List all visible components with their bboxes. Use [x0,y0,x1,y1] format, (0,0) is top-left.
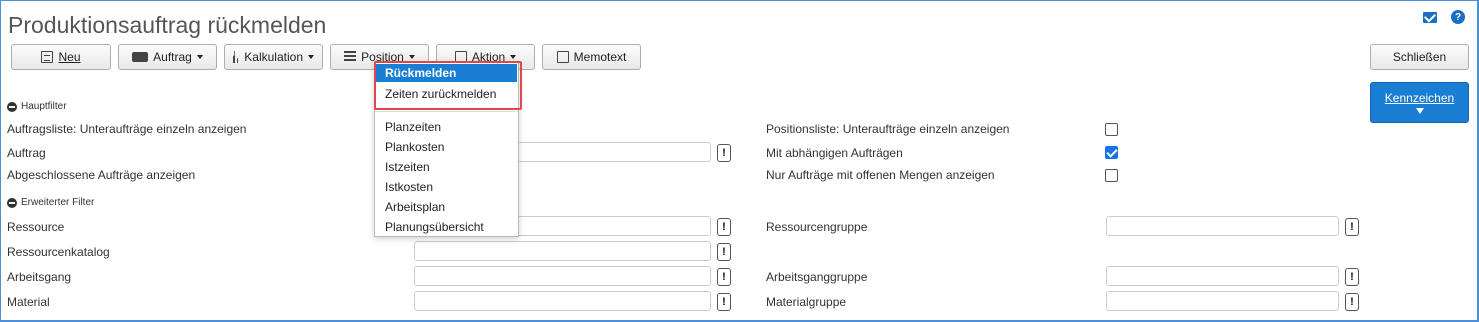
material-input[interactable] [414,291,711,311]
arbeitsgang-input[interactable] [414,266,711,286]
offene-checkbox[interactable] [1105,169,1118,182]
arbeitsgang-alert-button[interactable]: ! [717,268,731,286]
neu-label: Neu [58,50,81,64]
collapse-icon [7,101,17,112]
ressourcenkatalog-alert-button[interactable]: ! [717,243,731,261]
memo-icon [556,51,569,63]
auftrag-field-label: Auftrag [7,146,46,160]
erweitert-title: Erweiterter Filter [21,197,95,208]
collapse-icon [7,197,17,208]
menu-item-planungsuebersicht[interactable]: Planungsübersicht [385,220,484,234]
schliessen-button[interactable]: Schließen [1370,44,1469,70]
schliessen-label: Schließen [1392,50,1447,64]
list-icon [344,51,357,63]
offene-label: Nur Aufträge mit offenen Mengen anzeigen [766,168,995,182]
truck-icon [132,52,149,62]
help-icon[interactable]: ? [1451,10,1465,24]
materialgruppe-label: Materialgruppe [766,295,847,309]
menu-item-istzeiten[interactable]: Istzeiten [385,160,430,174]
chevron-down-icon [408,55,415,59]
auftrag-alert-button[interactable]: ! [717,144,731,162]
kennzeichen-label: Kennzeichen [1384,91,1455,105]
mail-icon[interactable] [1423,11,1437,23]
arbeitsganggruppe-alert-button[interactable]: ! [1345,268,1359,286]
ressource-label: Ressource [7,220,65,234]
menu-item-plankosten[interactable]: Plankosten [385,140,444,154]
ressourcenkatalog-input[interactable] [414,241,711,261]
page-title: Produktionsauftrag rückmelden [8,12,327,38]
menu-item-arbeitsplan[interactable]: Arbeitsplan [385,200,445,214]
chevron-down-icon [196,55,203,59]
menu-item-planzeiten[interactable]: Planzeiten [385,120,441,134]
positionsliste-label: Positionsliste: Unteraufträge einzeln an… [766,122,1010,136]
material-alert-button[interactable]: ! [717,293,731,311]
chart-icon [233,51,239,63]
erweitert-header[interactable]: Erweiterter Filter [7,197,94,208]
memotext-label: Memotext [573,50,627,64]
menu-item-istkosten[interactable]: Istkosten [385,180,433,194]
kennzeichen-button[interactable]: Kennzeichen [1370,82,1469,123]
kalkulation-button[interactable]: Kalkulation [224,44,323,70]
menu-separator [375,111,518,112]
ressourcengruppe-label: Ressourcengruppe [766,220,868,234]
memotext-button[interactable]: Memotext [542,44,641,70]
auftrag-label: Auftrag [153,50,192,64]
materialgruppe-alert-button[interactable]: ! [1345,293,1359,311]
ressourcengruppe-alert-button[interactable]: ! [1345,218,1359,236]
toolbar: Neu Auftrag Kalkulation Position Aktion … [11,44,641,70]
arbeitsganggruppe-input[interactable] [1106,266,1339,286]
document-icon [41,51,54,63]
chevron-down-icon [510,55,517,59]
chevron-down-icon [308,55,314,59]
ressourcenkatalog-label: Ressourcenkatalog [7,245,110,259]
auftragsliste-label: Auftragsliste: Unteraufträge einzeln anz… [7,122,247,136]
top-icons: ? [1423,10,1465,24]
kalkulation-label: Kalkulation [244,50,303,64]
arbeitsgang-label: Arbeitsgang [7,270,72,284]
highlight-frame [374,61,522,110]
auftrag-button[interactable]: Auftrag [118,44,217,70]
abhaengig-label: Mit abhängigen Aufträgen [766,146,903,160]
hauptfilter-title: Hauptfilter [21,101,67,112]
material-label: Material [7,295,50,309]
filter-icon [1415,108,1424,114]
ressource-alert-button[interactable]: ! [717,218,731,236]
arbeitsganggruppe-label: Arbeitsganggruppe [766,270,868,284]
ressourcengruppe-input[interactable] [1106,216,1339,236]
materialgruppe-input[interactable] [1106,291,1339,311]
abgeschlossene-label: Abgeschlossene Aufträge anzeigen [7,168,196,182]
abhaengig-checkbox[interactable] [1105,146,1118,159]
neu-button[interactable]: Neu [11,44,111,70]
positionsliste-checkbox[interactable] [1105,123,1118,136]
hauptfilter-header[interactable]: Hauptfilter [7,101,67,112]
